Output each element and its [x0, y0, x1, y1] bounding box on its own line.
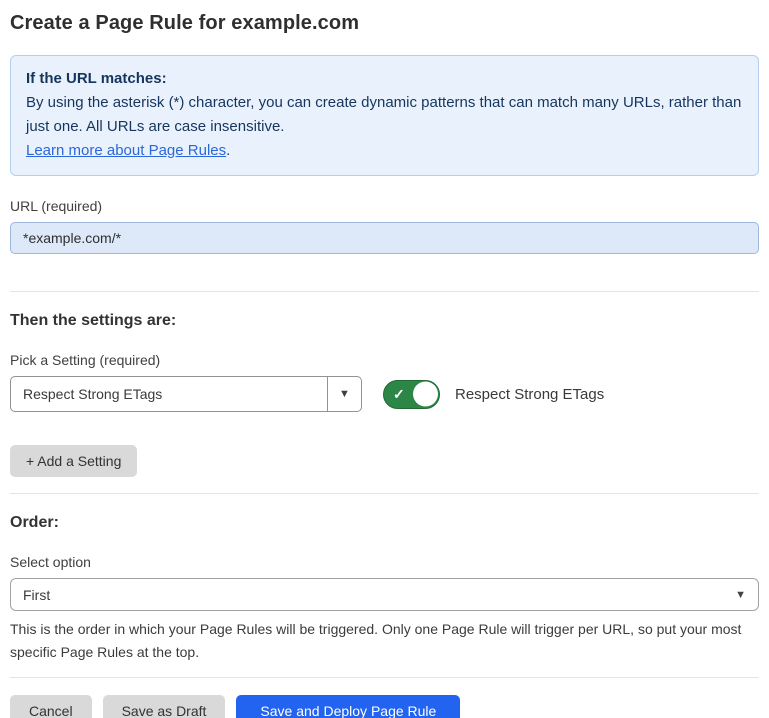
- setting-select[interactable]: Respect Strong ETags ▼: [10, 376, 362, 412]
- setting-row: Respect Strong ETags ▼ ✓ Respect Strong …: [10, 376, 759, 412]
- respect-strong-etags-toggle[interactable]: ✓: [383, 380, 440, 409]
- order-help-text: This is the order in which your Page Rul…: [10, 618, 755, 664]
- cancel-button[interactable]: Cancel: [10, 695, 92, 718]
- link-suffix: .: [226, 142, 230, 159]
- toggle-label: Respect Strong ETags: [455, 386, 604, 403]
- save-draft-button[interactable]: Save as Draft: [103, 695, 226, 718]
- footer-actions: Cancel Save as Draft Save and Deploy Pag…: [10, 695, 759, 718]
- chevron-down-icon[interactable]: ▼: [327, 377, 361, 411]
- save-deploy-button[interactable]: Save and Deploy Page Rule: [236, 695, 460, 718]
- page-rule-form: Create a Page Rule for example.com If th…: [0, 0, 769, 718]
- order-section-heading: Order:: [10, 514, 759, 532]
- order-select[interactable]: First ▼: [10, 578, 759, 611]
- order-select-value: First: [23, 587, 50, 603]
- url-input[interactable]: [10, 222, 759, 254]
- settings-section-heading: Then the settings are:: [10, 312, 759, 330]
- setting-select-value: Respect Strong ETags: [11, 377, 327, 411]
- toggle-knob: [413, 382, 438, 407]
- learn-more-link[interactable]: Learn more about Page Rules: [26, 142, 226, 159]
- info-box-body: By using the asterisk (*) character, you…: [26, 91, 743, 139]
- url-match-info-box: If the URL matches: By using the asteris…: [10, 55, 759, 176]
- order-select-label: Select option: [10, 554, 759, 570]
- divider: [10, 493, 759, 494]
- divider: [10, 677, 759, 678]
- url-field-label: URL (required): [10, 198, 759, 214]
- info-box-link-line: Learn more about Page Rules.: [26, 139, 743, 163]
- add-setting-button[interactable]: + Add a Setting: [10, 445, 137, 477]
- divider: [10, 291, 759, 292]
- page-title: Create a Page Rule for example.com: [10, 12, 759, 35]
- check-icon: ✓: [393, 387, 405, 401]
- chevron-down-icon: ▼: [735, 589, 746, 601]
- pick-setting-label: Pick a Setting (required): [10, 352, 759, 368]
- info-box-heading: If the URL matches:: [26, 67, 743, 91]
